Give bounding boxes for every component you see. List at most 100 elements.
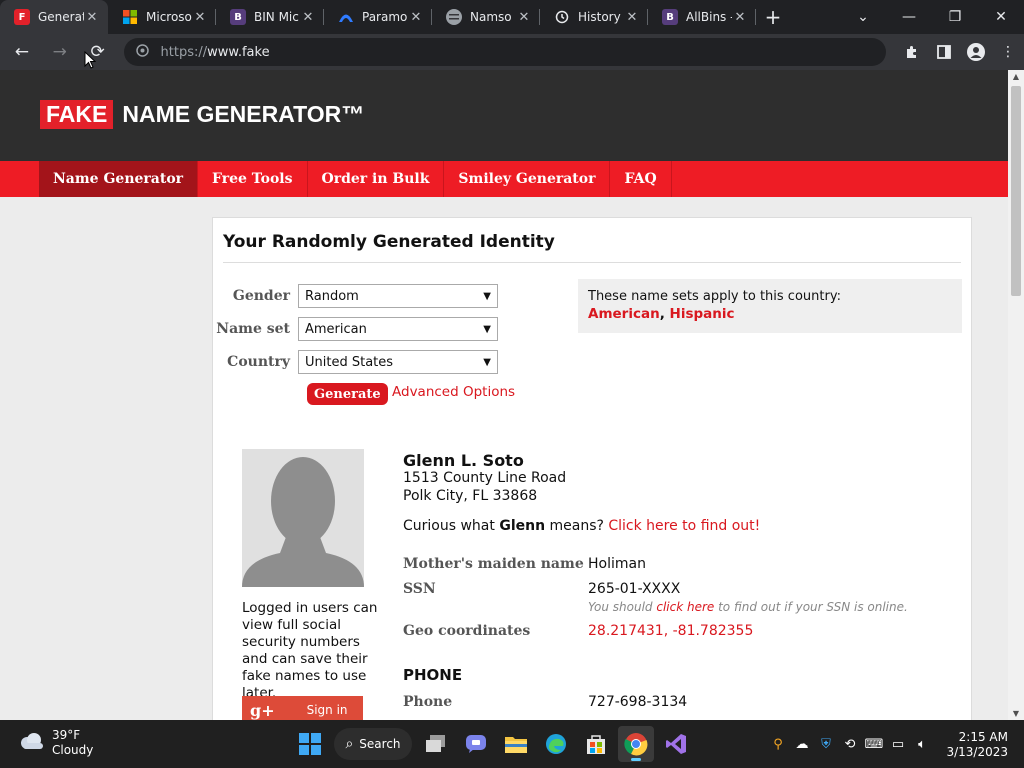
- tab-history[interactable]: History ✕: [540, 0, 648, 34]
- geo-coordinates-link[interactable]: 28.217431, -81.782355: [588, 623, 753, 639]
- task-view-icon: [426, 735, 445, 752]
- tab-microsoft[interactable]: Microso ✕: [108, 0, 216, 34]
- security-shield-icon[interactable]: ⛨: [814, 732, 838, 756]
- avatar-silhouette: [242, 449, 364, 587]
- tab-fake-name-generator[interactable]: F Generat ✕: [0, 0, 108, 34]
- profile-avatar-icon[interactable]: [960, 36, 992, 68]
- nameset-select[interactable]: American ▼: [298, 317, 498, 341]
- forward-arrow-icon[interactable]: →: [44, 36, 76, 68]
- tab-allbins[interactable]: B AllBins - ✕: [648, 0, 756, 34]
- tab-namso[interactable]: Namso ✕: [432, 0, 540, 34]
- chrome-button[interactable]: [618, 726, 654, 762]
- comma-separator: ,: [659, 306, 670, 322]
- first-name: Glenn: [499, 518, 546, 534]
- taskbar-clock[interactable]: 2:15 AM 3/13/2023: [946, 730, 1008, 760]
- close-tab-icon[interactable]: ✕: [624, 10, 640, 25]
- visual-studio-icon: [666, 734, 686, 754]
- extensions-puzzle-icon[interactable]: [896, 36, 928, 68]
- gender-select[interactable]: Random ▼: [298, 284, 498, 308]
- store-bag-icon: [587, 735, 605, 754]
- gender-label: Gender: [232, 288, 290, 304]
- nav-faq[interactable]: FAQ: [610, 161, 672, 197]
- store-button[interactable]: [578, 726, 614, 762]
- name-set-link-hispanic[interactable]: Hispanic: [670, 306, 735, 322]
- curious-mid: means?: [545, 518, 609, 534]
- login-note: Logged in users can view full social sec…: [242, 600, 378, 701]
- logo-badge: FAKE: [40, 100, 114, 129]
- nav-order-in-bulk[interactable]: Order in Bulk: [308, 161, 445, 197]
- back-arrow-icon[interactable]: ←: [6, 36, 38, 68]
- visual-studio-button[interactable]: [658, 726, 694, 762]
- close-window-button[interactable]: ✕: [978, 0, 1024, 34]
- nav-smiley-generator[interactable]: Smiley Generator: [444, 161, 611, 197]
- side-panel-icon[interactable]: [928, 36, 960, 68]
- toolbar-actions: ⋮: [896, 36, 1024, 68]
- google-plus-signin-button[interactable]: g+ Sign in: [242, 696, 363, 720]
- country-label: Country: [227, 354, 290, 370]
- taskbar-apps: ⌕ Search: [290, 726, 696, 762]
- google-plus-signin-label: Sign in: [306, 703, 348, 717]
- country-row: Country United States ▼: [213, 350, 498, 374]
- restore-button[interactable]: ❐: [932, 0, 978, 34]
- phone-value: 727-698-3134: [588, 694, 688, 710]
- country-select[interactable]: United States ▼: [298, 350, 498, 374]
- weather-temp: 39°F: [52, 728, 81, 742]
- geo-row: Geo coordinates 28.217431, -81.782355: [403, 623, 753, 639]
- taskbar-search-button[interactable]: ⌕ Search: [334, 728, 412, 760]
- close-tab-icon[interactable]: ✕: [516, 10, 532, 25]
- close-tab-icon[interactable]: ✕: [84, 10, 100, 25]
- bootstrap-favicon-icon: B: [662, 9, 678, 25]
- close-tab-icon[interactable]: ✕: [192, 10, 208, 25]
- ssn-check-link[interactable]: click here: [656, 600, 714, 614]
- name-meaning-text: Curious what Glenn means? Click here to …: [403, 518, 760, 534]
- search-icon: ⌕: [345, 736, 354, 752]
- scroll-up-arrow-icon[interactable]: ▲: [1008, 72, 1024, 81]
- country-value: United States: [305, 354, 394, 370]
- country-name-sets-text: These name sets apply to this country:: [588, 289, 841, 304]
- ssn-value: 265-01-XXXX: [588, 581, 681, 597]
- new-tab-button[interactable]: +: [756, 0, 790, 34]
- tab-search-chevron-icon[interactable]: ⌄: [840, 0, 886, 34]
- display-icon[interactable]: ▭: [886, 732, 910, 756]
- window-controls: ⌄ — ❐ ✕: [840, 0, 1024, 34]
- minimize-button[interactable]: —: [886, 0, 932, 34]
- identity-card: Your Randomly Generated Identity Gender …: [212, 217, 972, 720]
- task-view-button[interactable]: [418, 726, 454, 762]
- teams-chat-button[interactable]: [458, 726, 494, 762]
- site-logo[interactable]: FAKE NAME GENERATOR™: [40, 100, 364, 129]
- sync-icon[interactable]: ⟲: [838, 732, 862, 756]
- name-meaning-link[interactable]: Click here to find out!: [608, 518, 760, 534]
- scrollbar-thumb[interactable]: [1011, 86, 1021, 296]
- close-tab-icon[interactable]: ✕: [408, 10, 424, 25]
- generate-button[interactable]: Generate: [307, 383, 388, 405]
- onedrive-icon[interactable]: ☁: [790, 732, 814, 756]
- nav-free-tools[interactable]: Free Tools: [198, 161, 308, 197]
- close-tab-icon[interactable]: ✕: [732, 10, 748, 25]
- browser-toolbar: ← → ⟳ https://www.fake ⋮: [0, 34, 1024, 70]
- site-info-icon[interactable]: [135, 44, 149, 60]
- tab-title: Paramo: [362, 10, 408, 24]
- scroll-down-arrow-icon[interactable]: ▼: [1008, 709, 1024, 718]
- weather-widget[interactable]: 39°F Cloudy: [18, 728, 93, 758]
- advanced-options-link[interactable]: Advanced Options: [392, 384, 515, 400]
- search-app-icon[interactable]: ⚲: [766, 732, 790, 756]
- page-scrollbar[interactable]: ▲ ▼: [1008, 70, 1024, 720]
- keyboard-icon[interactable]: ⌨: [862, 732, 886, 756]
- tab-paramount[interactable]: Paramo ✕: [324, 0, 432, 34]
- address-bar[interactable]: https://www.fake: [123, 38, 886, 66]
- nav-name-generator[interactable]: Name Generator: [39, 161, 199, 197]
- file-explorer-button[interactable]: [498, 726, 534, 762]
- browser-menu-kebab-icon[interactable]: ⋮: [992, 36, 1024, 68]
- ssn-note-prefix: You should: [588, 600, 657, 614]
- maiden-name-value: Holiman: [588, 556, 646, 572]
- tab-title: AllBins -: [686, 10, 732, 24]
- microsoft-favicon-icon: [122, 9, 138, 25]
- name-set-link-american[interactable]: American: [588, 306, 660, 322]
- volume-icon[interactable]: 🔈︎: [910, 732, 934, 756]
- tab-title: History: [578, 10, 621, 24]
- edge-button[interactable]: [538, 726, 574, 762]
- close-tab-icon[interactable]: ✕: [300, 10, 316, 25]
- start-button[interactable]: [292, 726, 328, 762]
- phone-label: Phone: [403, 694, 453, 710]
- tab-bin-mic[interactable]: B BIN Mic ✕: [216, 0, 324, 34]
